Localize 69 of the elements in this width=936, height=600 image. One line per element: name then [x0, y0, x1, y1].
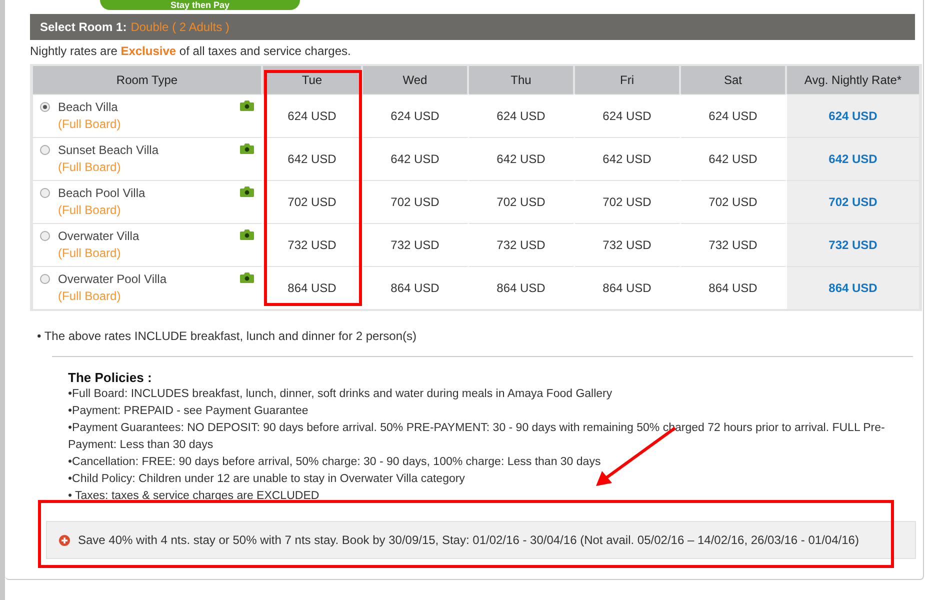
room-name: Overwater Villa [58, 228, 140, 245]
rate-cell: 642 USD [681, 137, 787, 180]
rate-cell: 732 USD [681, 223, 787, 266]
rate-cell: 624 USD [363, 94, 469, 137]
room-radio[interactable] [40, 145, 50, 155]
rate-cell: 732 USD [363, 223, 469, 266]
policy-text: •Full Board: INCLUDES breakfast, lunch, dinner, soft drinks and water during meals in Amaya Food Gallery [68, 387, 614, 402]
column-header: Wed [363, 66, 469, 94]
rate-cell: 702 USD [575, 180, 681, 223]
room-name: Sunset Beach Villa [58, 142, 160, 159]
rate-cell: 702 USD [681, 180, 787, 223]
policy-text: •Child Policy: Children under 12 are unable to stay in Overwater Villa category [68, 472, 466, 487]
board-type: (Full Board) [58, 288, 122, 305]
average-rate-cell: 624 USD [787, 94, 919, 137]
column-header: Fri [575, 66, 681, 94]
rate-cell: 702 USD [363, 180, 469, 223]
rate-cell: 624 USD [263, 94, 363, 137]
board-type: (Full Board) [58, 116, 122, 133]
room-radio[interactable] [40, 102, 50, 112]
rate-cell: 864 USD [469, 266, 575, 309]
included-meals-note: • The above rates INCLUDE breakfast, lunch and dinner for 2 person(s) [37, 329, 418, 343]
column-header: Avg. Nightly Rate* [787, 66, 919, 94]
column-header: Thu [469, 66, 575, 94]
policy-text: •Payment Guarantees: NO DEPOSIT: 90 days before arrival. 50% PRE-PAYMENT: 30 - 90 days with remaining 50% charged 72 hours prior to arrival. FULL Pre-Payment: Less than 30 days [68, 421, 886, 453]
plus-icon[interactable] [59, 534, 70, 546]
average-rate-cell: 864 USD [787, 266, 919, 309]
rate-cell: 702 USD [469, 180, 575, 223]
rates-note: Nightly rates are Exclusive of all taxes and service charges. [30, 44, 352, 58]
board-type: (Full Board) [58, 245, 122, 262]
room-name: Beach Pool Villa [58, 185, 146, 202]
column-header: Sat [681, 66, 787, 94]
policies-title: The Policies : [68, 369, 153, 386]
rate-cell: 642 USD [575, 137, 681, 180]
rate-cell: 624 USD [681, 94, 787, 137]
board-type: (Full Board) [58, 202, 122, 219]
policy-text: •Cancellation: FREE: 90 days before arrival, 50% charge: 30 - 90 days, 100% charge: Less than 30 days [68, 455, 602, 470]
camera-icon[interactable] [240, 143, 254, 154]
rate-cell: 624 USD [469, 94, 575, 137]
average-rate-cell: 642 USD [787, 137, 919, 180]
room-name: Beach Villa [58, 99, 119, 116]
policy-text: •Payment: PREPAID - see Payment Guarantee [68, 404, 310, 419]
rate-cell: 642 USD [263, 137, 363, 180]
rate-cell: 702 USD [263, 180, 363, 223]
rate-cell: 864 USD [575, 266, 681, 309]
room-radio[interactable] [40, 188, 50, 198]
promotion-text: Save 40% with 4 nts. stay or 50% with 7 nts stay. Book by 30/09/15, Stay: 01/02/16 - 30/04/16 (Not avail. 05/02/16 – 14/02/16, 26/03/16 - 01/04/16) [78, 533, 859, 547]
room-radio[interactable] [40, 274, 50, 284]
column-header: Room Type [33, 66, 263, 94]
room-radio[interactable] [40, 231, 50, 241]
camera-icon[interactable] [240, 186, 254, 197]
room-name: Overwater Pool Villa [58, 271, 168, 288]
room-label: Select Room 1: [40, 20, 127, 34]
rate-cell: 864 USD [681, 266, 787, 309]
policy-text: • Taxes: taxes & service charges are EXCLUDED [68, 489, 320, 504]
rate-cell: 732 USD [263, 223, 363, 266]
camera-icon[interactable] [240, 100, 254, 111]
camera-icon[interactable] [240, 272, 254, 283]
camera-icon[interactable] [240, 229, 254, 240]
room-occupancy: Double ( 2 Adults ) [130, 20, 230, 34]
rate-cell: 732 USD [469, 223, 575, 266]
average-rate-cell: 732 USD [787, 223, 919, 266]
rate-cell: 864 USD [363, 266, 469, 309]
average-rate-cell: 702 USD [787, 180, 919, 223]
rate-cell: 642 USD [469, 137, 575, 180]
promotion-bar[interactable]: Save 40% with 4 nts. stay or 50% with 7 nts stay. Book by 30/09/15, Stay: 01/02/16 - 30/04/16 (Not avail. 05/02/16 – 14/02/16, 26/03/16 - 01/04/16) [46, 521, 916, 559]
rate-cell: 642 USD [363, 137, 469, 180]
rate-cell: 624 USD [575, 94, 681, 137]
board-type: (Full Board) [58, 159, 122, 176]
rate-cell: 732 USD [575, 223, 681, 266]
